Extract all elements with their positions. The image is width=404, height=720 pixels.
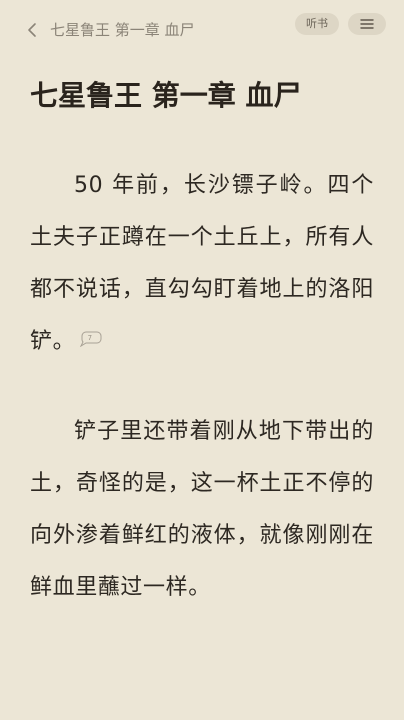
comment-count: 7 [87, 334, 93, 342]
chapter-title: 七星鲁王 第一章 血尸 [30, 79, 302, 112]
paragraph-text: 铲子里还带着刚从地下带出的土，奇怪的是，这一杯土正不停的向外渗着鲜红的液体，就像… [30, 419, 374, 600]
chevron-left-icon [28, 23, 36, 37]
listen-button[interactable]: 听书 [295, 13, 339, 35]
menu-button[interactable] [348, 13, 386, 35]
back-button[interactable] [26, 21, 40, 39]
paragraph: 50 年前，长沙镖子岭。四个土夫子正蹲在一个土丘上，所有人都不说话，直勾勾盯着地… [30, 160, 374, 368]
breadcrumb: 七星鲁王 第一章 血尸 [50, 21, 195, 39]
paragraph: 铲子里还带着刚从地下带出的土，奇怪的是，这一杯土正不停的向外渗着鲜红的液体，就像… [30, 406, 374, 614]
paragraph-comment-button[interactable]: 7 [78, 331, 102, 347]
paragraph-text: 50 年前，长沙镖子岭。四个土夫子正蹲在一个土丘上，所有人都不说话，直勾勾盯着地… [30, 173, 374, 354]
chapter-content: 50 年前，长沙镖子岭。四个土夫子正蹲在一个土丘上，所有人都不说话，直勾勾盯着地… [30, 160, 374, 652]
top-bar: 七星鲁王 第一章 血尸 听书 [0, 0, 404, 60]
hamburger-menu-icon [360, 19, 374, 29]
